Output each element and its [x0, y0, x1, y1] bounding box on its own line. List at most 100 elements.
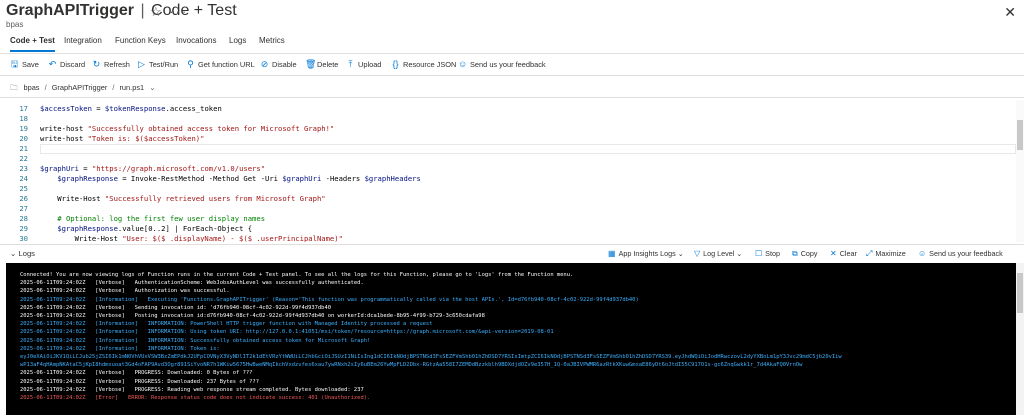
- chevron-down-icon[interactable]: ⌄: [149, 83, 155, 92]
- tab-integration[interactable]: Integration: [64, 34, 102, 52]
- code-text: $graphUri = "https://graph.microsoft.com…: [40, 164, 266, 173]
- code-line[interactable]: 26 Write-Host "Successfully retrieved us…: [0, 194, 1010, 204]
- log-line: 2025-06-11T09:24:02Z [Information] INFOR…: [20, 321, 433, 328]
- breadcrumb-item-file[interactable]: run.ps1: [119, 83, 144, 92]
- chevron-down-icon: ⌄: [10, 249, 17, 258]
- log-line: wP13aF4qHAmpNKAtaC5jKpI8hdmxuoat3Gd4oFAP…: [20, 362, 803, 369]
- log-line: 2025-06-11T09:24:02Z [Information] INFOR…: [20, 329, 554, 336]
- log-line: Connected! You are now viewing logs of F…: [20, 272, 574, 278]
- code-text: $graphResponse.value[0..2] | ForEach-Obj…: [57, 224, 253, 233]
- code-line[interactable]: 17 $accessToken = $tokenResponse.access_t…: [0, 104, 1010, 114]
- get-function-url-button[interactable]: ⚲ Get function URL: [186, 57, 255, 72]
- line-number: 25: [19, 184, 28, 193]
- logs-feedback-button[interactable]: ☺ Send us your feedback: [918, 249, 1003, 258]
- logs-toggle[interactable]: ⌄ Logs: [10, 249, 35, 258]
- tab-function-keys[interactable]: Function Keys: [115, 34, 166, 52]
- feedback-icon: ☺: [918, 249, 927, 258]
- delete-button[interactable]: 🗑Delete: [305, 57, 338, 72]
- code-line[interactable]: 23 $graphUri = "https://graph.microsoft.c…: [0, 164, 1010, 174]
- folder-icon: 🗀: [10, 83, 18, 92]
- insights-icon: ▦: [608, 249, 616, 258]
- log-line: 2025-06-11T09:24:02Z [Information] INFOR…: [20, 345, 220, 352]
- line-number: 20: [19, 134, 28, 143]
- discard-button[interactable]: ↶ Discard: [48, 57, 85, 72]
- code-line[interactable]: 28 # Optional: log the first few user di…: [0, 214, 1010, 224]
- code-line[interactable]: 24 $graphResponse = Invoke-RestMethod -M…: [0, 174, 1010, 184]
- log-line: 2025-06-11T09:24:02Z [Verbose] Authoriza…: [20, 288, 230, 295]
- log-line: 2025-06-11T09:24:02Z [Information] Execu…: [20, 296, 639, 303]
- maximize-button[interactable]: ⤢ Maximize: [866, 249, 906, 259]
- tab-bar: Code + Test Integration Function Keys In…: [0, 32, 1024, 54]
- log-line: 2025-06-11T09:24:02Z [Verbose] PROGRESS:…: [20, 386, 364, 393]
- code-line[interactable]: 30 Write-Host "User: $($_.displayName) -…: [0, 234, 1010, 242]
- page-header: GraphAPITrigger | Code + Test ☆ ··· bpas…: [0, 0, 1024, 30]
- code-line[interactable]: 29 $graphResponse.value[0..2] | ForEach-…: [0, 224, 1010, 234]
- breadcrumb-item-app[interactable]: bpas: [23, 83, 39, 92]
- line-number: 23: [19, 164, 28, 173]
- code-editor[interactable]: 17 $accessToken = $tokenResponse.access_t…: [0, 100, 1016, 242]
- clear-icon: ✕: [830, 249, 837, 258]
- disable-icon: ⊘: [260, 59, 269, 69]
- copy-button[interactable]: ⧉ Copy: [792, 249, 818, 259]
- log-line: 2025-06-11T09:24:02Z [Verbose] Posting i…: [20, 313, 485, 319]
- code-line[interactable]: 25: [0, 184, 1010, 194]
- send-feedback-button[interactable]: ☺ Send us your feedback: [458, 57, 546, 72]
- json-icon: {}: [392, 59, 399, 69]
- console-scrollbar[interactable]: [1016, 263, 1024, 415]
- refresh-button[interactable]: ↻ Refresh: [92, 57, 130, 72]
- stop-icon: ☐: [755, 249, 763, 258]
- breadcrumb-item-function[interactable]: GraphAPITrigger: [52, 83, 108, 92]
- log-console[interactable]: Connected! You are now viewing logs of F…: [6, 263, 1016, 415]
- tab-logs[interactable]: Logs: [229, 34, 246, 52]
- line-number: 27: [19, 204, 28, 213]
- maximize-icon: ⤢: [866, 249, 873, 258]
- play-icon: ▷: [138, 59, 145, 69]
- line-number: 22: [19, 154, 28, 163]
- line-number: 28: [19, 214, 28, 223]
- line-number: 17: [19, 104, 28, 113]
- log-line: 2025-06-11T09:24:02Z [Verbose] PROGRESS:…: [20, 378, 259, 385]
- tab-invocations[interactable]: Invocations: [176, 34, 216, 52]
- logs-toolbar: ⌄ Logs ▦ App Insights Logs ⌄ ▽ Log Level ⌄…: [0, 244, 1024, 262]
- log-line: 2025-06-11T09:24:02Z [Verbose] Authentic…: [20, 280, 364, 287]
- test-run-button[interactable]: ▷ Test/Run: [137, 57, 178, 72]
- upload-icon: ⤒: [348, 59, 353, 69]
- app-insights-logs-dropdown[interactable]: ▦ App Insights Logs ⌄: [608, 249, 684, 258]
- code-text: write-host "Token is: $($accessToken)": [40, 134, 205, 143]
- code-text: Write-Host "Successfully retrieved users…: [40, 194, 326, 203]
- toolbar-divider: [0, 75, 1024, 76]
- command-bar: 🖫 Save ↶ Discard ↻ Refresh ▷ Test/Run ⚲ Get f…: [0, 55, 1024, 73]
- save-icon: 🖫: [10, 59, 19, 69]
- code-line[interactable]: 19 write-host "Successfully obtained acce…: [0, 124, 1010, 134]
- code-line[interactable]: 27: [0, 204, 1010, 214]
- disable-button[interactable]: ⊘ Disable: [260, 57, 297, 72]
- line-number: 30: [19, 234, 28, 242]
- code-line[interactable]: 22: [0, 154, 1010, 164]
- line-number: 29: [19, 224, 28, 233]
- favorite-more-icons[interactable]: ☆ ···: [150, 4, 188, 20]
- resource-json-button[interactable]: {} Resource JSON: [391, 57, 456, 72]
- code-text: write-host "Successfully obtained access…: [40, 124, 335, 133]
- resource-subtitle: bpas: [6, 20, 24, 29]
- app-name: GraphAPITrigger: [6, 2, 135, 19]
- stop-button[interactable]: ☐ Stop: [755, 249, 780, 258]
- upload-button[interactable]: ⤒ Upload: [346, 57, 382, 72]
- line-number: 26: [19, 194, 28, 203]
- close-icon[interactable]: ✕: [1004, 4, 1016, 21]
- filter-icon: ▽: [694, 249, 701, 258]
- current-line-highlight: [40, 144, 1016, 154]
- code-line[interactable]: 18: [0, 114, 1010, 124]
- clear-button[interactable]: ✕ Clear: [830, 249, 857, 258]
- tab-metrics[interactable]: Metrics: [259, 34, 285, 52]
- tab-divider: [0, 53, 1024, 54]
- log-level-dropdown[interactable]: ▽ Log Level ⌄: [694, 249, 742, 258]
- tab-code-test[interactable]: Code + Test: [10, 34, 55, 52]
- page-title: GraphAPITrigger | Code + Test: [6, 2, 237, 20]
- code-line[interactable]: 21: [0, 144, 1016, 154]
- save-button[interactable]: 🖫 Save: [10, 57, 39, 72]
- code-line[interactable]: 20 write-host "Token is: $($accessToken)": [0, 134, 1010, 144]
- line-number: 21: [19, 144, 28, 153]
- editor-scrollbar[interactable]: [1016, 100, 1024, 242]
- discard-icon: ↶: [48, 59, 57, 69]
- log-line: eyJ0eXAiOiJKV1QiLCJub25jZSI6Ik1mN0VhVUxV…: [20, 354, 842, 360]
